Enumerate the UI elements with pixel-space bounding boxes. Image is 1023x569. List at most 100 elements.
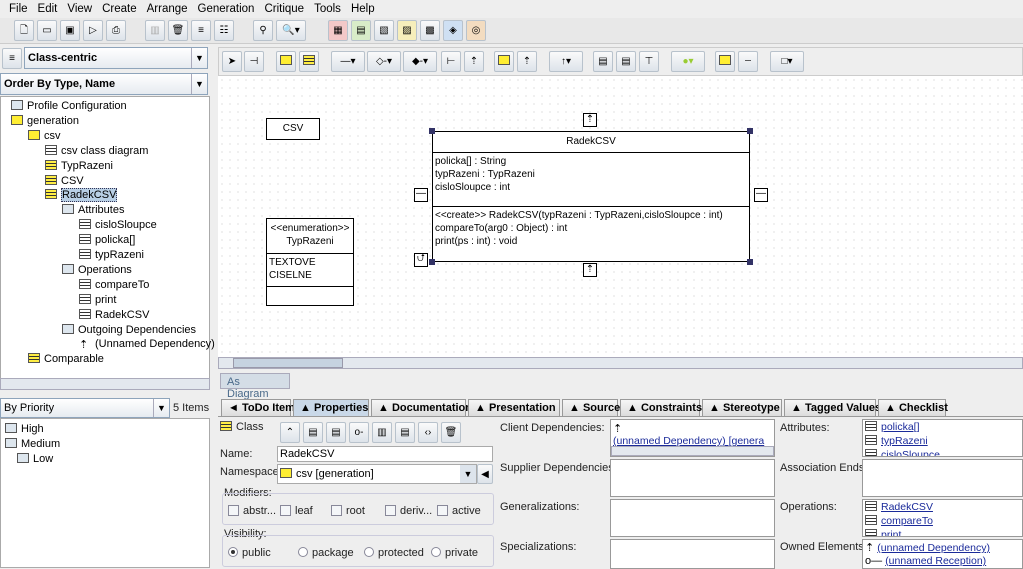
visibility-radio[interactable]: protected bbox=[364, 547, 424, 559]
list-item[interactable]: o— (unnamed Reception) bbox=[863, 555, 1022, 567]
new-stereotype-icon[interactable]: ‹› bbox=[418, 422, 438, 443]
association-tool-icon[interactable]: —▾ bbox=[331, 51, 365, 72]
list-item[interactable]: ⇡ (unnamed Dependency) bbox=[863, 540, 1022, 555]
tree-item[interactable]: Outgoing Dependencies bbox=[62, 323, 196, 337]
selection-handle[interactable] bbox=[429, 259, 435, 265]
tree-item[interactable]: Operations bbox=[62, 263, 132, 277]
note-tool-icon[interactable] bbox=[715, 51, 735, 72]
menu-arrange[interactable]: Arrange bbox=[142, 0, 193, 18]
tree-item[interactable]: ⇡ (Unnamed Dependency) bbox=[79, 337, 215, 351]
attribute-link[interactable]: cisloSloupce bbox=[881, 449, 940, 456]
diagram-hscrollbar[interactable] bbox=[218, 357, 1023, 369]
tree-item[interactable]: print bbox=[79, 293, 116, 307]
tab-as-diagram[interactable]: As Diagram bbox=[220, 373, 290, 400]
selection-handle[interactable] bbox=[747, 128, 753, 134]
todo-item-high[interactable]: High bbox=[5, 422, 44, 436]
namespace-select[interactable]: csv [generation] ▼ bbox=[277, 464, 477, 484]
remove-from-diagram-icon[interactable]: ▥ bbox=[145, 20, 165, 41]
perspective-icon[interactable]: ≡ bbox=[2, 48, 22, 69]
zoom-icon[interactable]: 🔍▾ bbox=[276, 20, 306, 41]
add-association-left-icon[interactable]: — bbox=[414, 188, 428, 202]
tree-item[interactable]: Profile Configuration bbox=[11, 99, 127, 113]
tab-todoitem[interactable]: ◄ ToDo Item bbox=[221, 399, 295, 416]
delete-icon[interactable]: 🗑 bbox=[441, 422, 461, 443]
explorer-hscrollbar[interactable] bbox=[0, 378, 210, 390]
supplier-deps-list[interactable] bbox=[610, 459, 775, 497]
tree-item[interactable]: TypRazeni bbox=[45, 159, 113, 173]
new-reception-icon[interactable]: o- bbox=[349, 422, 369, 443]
modifier-checkbox[interactable]: deriv... bbox=[385, 505, 432, 517]
tab-checklist[interactable]: ▲ Checklist bbox=[878, 399, 948, 416]
class-tool-icon[interactable] bbox=[299, 51, 319, 72]
new-deployment-diagram-icon[interactable]: ◎ bbox=[466, 20, 486, 41]
interface-tool-icon[interactable] bbox=[494, 51, 514, 72]
menu-generation[interactable]: Generation bbox=[193, 0, 260, 18]
modifier-checkbox[interactable]: leaf bbox=[280, 505, 313, 517]
tree-item[interactable]: compareTo bbox=[79, 278, 149, 292]
new-attribute-icon[interactable]: ▤ bbox=[303, 422, 323, 443]
broom-icon[interactable]: ⊣ bbox=[244, 51, 264, 72]
tab-presentation[interactable]: ▲ Presentation bbox=[468, 399, 560, 416]
tree-item[interactable]: policka[] bbox=[79, 233, 135, 247]
operation-link[interactable]: compareTo bbox=[881, 515, 933, 527]
selection-handle[interactable] bbox=[429, 128, 435, 134]
new-class-icon[interactable]: ▤ bbox=[395, 422, 415, 443]
menu-help[interactable]: Help bbox=[346, 0, 380, 18]
new-operation-icon[interactable]: ▤ bbox=[326, 422, 346, 443]
list-item[interactable]: print bbox=[863, 528, 1022, 536]
self-association-icon[interactable]: ⮍ bbox=[414, 253, 428, 267]
tree-item[interactable]: csv bbox=[28, 129, 61, 143]
list-item[interactable]: cisloSloupce bbox=[863, 448, 1022, 456]
list-item[interactable]: compareTo bbox=[863, 514, 1022, 528]
tree-item[interactable]: csv class diagram bbox=[45, 144, 148, 158]
new-project-icon[interactable]: 🗋 bbox=[14, 20, 34, 41]
tab-source[interactable]: ▲ Source bbox=[562, 399, 620, 416]
modifier-checkbox[interactable]: abstr... bbox=[228, 505, 276, 517]
order-select[interactable]: Order By Type, Name ▼ bbox=[0, 73, 208, 95]
go-up-icon[interactable]: ⌃ bbox=[280, 422, 300, 443]
tree-item[interactable]: CSV bbox=[45, 174, 84, 188]
add-subclass-icon[interactable]: ⇡ bbox=[583, 263, 597, 277]
specializations-list[interactable] bbox=[610, 539, 775, 569]
new-statechart-diagram-icon[interactable]: ▩ bbox=[420, 20, 440, 41]
tab-documentation[interactable]: ▲ Documentation bbox=[371, 399, 472, 416]
datatype-tool-icon[interactable]: ▤ bbox=[616, 51, 636, 72]
new-collaboration-diagram-icon[interactable]: ▨ bbox=[397, 20, 417, 41]
tab-taggedvalues[interactable]: ▲ Tagged Values bbox=[784, 399, 881, 416]
generalization-tool-icon[interactable]: ⇡ bbox=[464, 51, 484, 72]
perspective-select[interactable]: Class-centric ▼ bbox=[24, 47, 208, 69]
tree-item[interactable]: Comparable bbox=[28, 352, 104, 366]
uml-enumeration-typrazeni[interactable]: <<enumeration>> TypRazeni TEXTOVE CISELNE bbox=[266, 218, 354, 306]
rectangle-tool-icon[interactable]: □▾ bbox=[770, 51, 804, 72]
operations-list[interactable]: RadekCSV compareTo print bbox=[862, 499, 1023, 537]
tree-item[interactable]: cisloSloupce bbox=[79, 218, 157, 232]
association-end-icon[interactable]: ⊢ bbox=[441, 51, 461, 72]
new-activity-diagram-icon[interactable]: ◈ bbox=[443, 20, 463, 41]
uml-class-csv[interactable]: CSV bbox=[266, 118, 320, 140]
tab-properties[interactable]: ▲ Properties bbox=[293, 399, 369, 416]
enumeration-tool-icon[interactable]: ▤ bbox=[593, 51, 613, 72]
diagram-canvas[interactable]: CSV <<enumeration>> TypRazeni TEXTOVE CISE… bbox=[218, 76, 1023, 357]
new-usecase-diagram-icon[interactable]: ▦ bbox=[328, 20, 348, 41]
menu-edit[interactable]: Edit bbox=[33, 0, 63, 18]
todo-sort-select[interactable]: By Priority ▼ bbox=[0, 398, 170, 418]
todo-item-low[interactable]: Low bbox=[17, 452, 53, 466]
generalizations-list[interactable] bbox=[610, 499, 775, 537]
find-icon[interactable]: ⚲ bbox=[253, 20, 273, 41]
attribute-link[interactable]: policka[] bbox=[881, 421, 920, 433]
list-item[interactable]: RadekCSV bbox=[863, 500, 1022, 514]
settings-icon[interactable]: ☷ bbox=[214, 20, 234, 41]
visibility-radio[interactable]: package bbox=[298, 547, 354, 559]
selection-handle[interactable] bbox=[747, 259, 753, 265]
save-as-icon[interactable]: ▷ bbox=[83, 20, 103, 41]
modifier-checkbox[interactable]: root bbox=[331, 505, 365, 517]
modifier-checkbox[interactable]: active bbox=[437, 505, 481, 517]
delete-icon[interactable]: 🗑 bbox=[168, 20, 188, 41]
owned-link[interactable]: (unnamed Dependency) bbox=[877, 542, 990, 554]
operation-link[interactable]: RadekCSV bbox=[881, 501, 933, 513]
client-deps-list[interactable]: ⇡ (unnamed Dependency) [genera bbox=[610, 419, 775, 457]
new-inner-class-icon[interactable]: ▥ bbox=[372, 422, 392, 443]
dependency-tool-icon[interactable]: ↑▾ bbox=[549, 51, 583, 72]
list-item[interactable]: policka[] bbox=[863, 420, 1022, 434]
tab-constraints[interactable]: ▲ Constraints bbox=[620, 399, 702, 416]
